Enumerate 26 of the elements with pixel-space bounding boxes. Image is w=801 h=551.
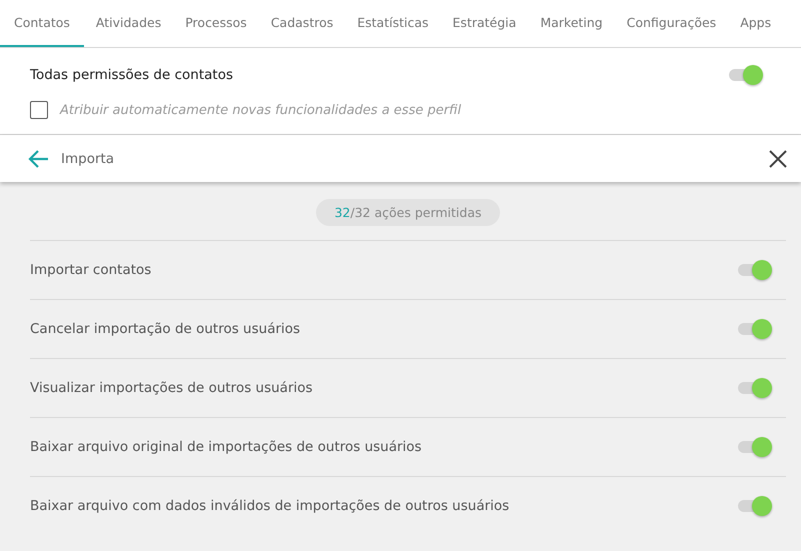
back-arrow-icon[interactable]	[27, 148, 49, 168]
allowed-actions-counter: 32/32 ações permitidas	[316, 199, 500, 226]
toggle-switch[interactable]	[727, 64, 765, 86]
permission-label: Baixar arquivo com dados inválidos de importações de outros usuários	[30, 498, 510, 514]
section-title: Todas permissões de contatos	[30, 67, 233, 83]
permission-label: Baixar arquivo original de importações de outros usuários	[30, 439, 422, 455]
tab[interactable]: Estatísticas	[345, 0, 441, 47]
tab[interactable]: Apps	[728, 0, 784, 47]
tab[interactable]: Atividades	[84, 0, 174, 47]
toggle-switch[interactable]	[736, 318, 774, 340]
checkbox[interactable]	[30, 101, 48, 119]
tab[interactable]: Processos	[173, 0, 259, 47]
toggle-switch[interactable]	[736, 259, 774, 281]
permission-label: Visualizar importações de outros usuários	[30, 380, 313, 396]
tab[interactable]: Estratégia	[440, 0, 528, 47]
toggle-switch[interactable]	[736, 377, 774, 399]
checkbox-label: Atribuir automaticamente novas funcionalidades a esse perfil	[60, 102, 462, 118]
close-icon[interactable]	[769, 150, 787, 168]
toggle-switch[interactable]	[736, 436, 774, 458]
permission-label: Cancelar importação de outros usuários	[30, 321, 300, 337]
permission-label: Importar contatos	[30, 262, 152, 278]
tab[interactable]: Marketing	[528, 0, 615, 47]
tab[interactable]: Configurações	[614, 0, 728, 47]
toggle-switch[interactable]	[736, 495, 774, 517]
tab[interactable]: Cadastros	[258, 0, 346, 47]
panel-title: Importa	[61, 150, 116, 166]
